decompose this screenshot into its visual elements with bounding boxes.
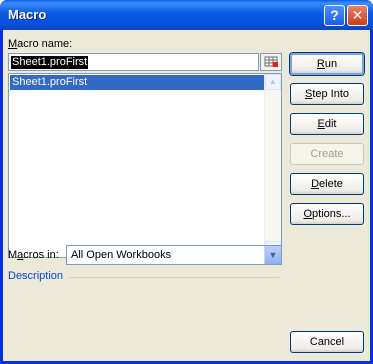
step-into-button[interactable]: Step Into bbox=[290, 83, 364, 105]
macro-name-label: Macro name: bbox=[8, 38, 73, 50]
description-label: Description bbox=[8, 270, 64, 282]
dialog-body: Macro name: Sheet1.proFirst Sheet1.proFi… bbox=[3, 30, 370, 361]
macro-name-value: Sheet1.proFirst bbox=[11, 56, 89, 69]
create-button[interactable]: Create bbox=[290, 143, 364, 165]
delete-button[interactable]: Delete bbox=[290, 173, 364, 195]
close-button[interactable]: ✕ bbox=[347, 5, 368, 26]
close-icon: ✕ bbox=[351, 7, 364, 23]
edit-button[interactable]: Edit bbox=[290, 113, 364, 135]
window-title: Macro bbox=[8, 7, 47, 22]
vertical-scrollbar[interactable]: ▲ ▼ bbox=[264, 74, 281, 257]
macro-dialog: Macro ? ✕ Macro name: Sheet1.proFirst Sh… bbox=[0, 0, 373, 364]
description-divider bbox=[69, 277, 279, 278]
macro-name-input[interactable]: Sheet1.proFirst bbox=[8, 53, 259, 71]
help-button[interactable]: ? bbox=[324, 5, 345, 26]
scroll-up-arrow-icon[interactable]: ▲ bbox=[265, 74, 281, 90]
run-button[interactable]: Run bbox=[290, 53, 364, 75]
help-icon: ? bbox=[330, 7, 339, 23]
cancel-button[interactable]: Cancel bbox=[290, 331, 364, 353]
chevron-down-icon[interactable]: ▼ bbox=[264, 246, 281, 264]
refedit-icon bbox=[264, 56, 278, 67]
macro-list[interactable]: Sheet1.proFirst ▲ ▼ bbox=[8, 73, 282, 258]
macros-in-select[interactable]: All Open Workbooks ▼ bbox=[66, 245, 282, 265]
list-item[interactable]: Sheet1.proFirst bbox=[10, 75, 266, 90]
title-bar[interactable]: Macro ? ✕ bbox=[0, 0, 373, 30]
refedit-button[interactable] bbox=[260, 53, 282, 71]
options-button[interactable]: Options... bbox=[290, 203, 364, 225]
macros-in-value: All Open Workbooks bbox=[71, 249, 172, 261]
macros-in-label: Macros in: bbox=[8, 249, 59, 261]
